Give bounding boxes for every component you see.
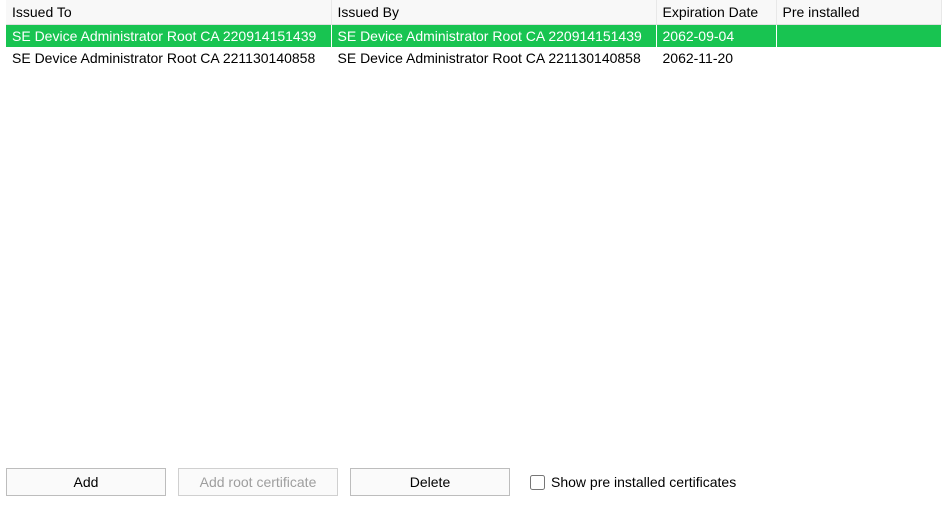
show-pre-installed-checkbox[interactable] [530,475,545,490]
table-row[interactable]: SE Device Administrator Root CA 22113014… [6,47,942,69]
column-header-pre-installed[interactable]: Pre installed [776,0,942,25]
column-header-issued-by[interactable]: Issued By [331,0,656,25]
show-pre-installed-label[interactable]: Show pre installed certificates [551,474,736,490]
add-button[interactable]: Add [6,468,166,496]
cell-issued-to: SE Device Administrator Root CA 22113014… [6,47,331,69]
cell-expiration-date: 2062-09-04 [656,25,776,48]
delete-button[interactable]: Delete [350,468,510,496]
table-row[interactable]: SE Device Administrator Root CA 22091415… [6,25,942,48]
certificate-table-area: Issued To Issued By Expiration Date Pre … [0,0,942,462]
cell-issued-by: SE Device Administrator Root CA 22113014… [331,47,656,69]
add-root-certificate-button: Add root certificate [178,468,338,496]
certificate-table: Issued To Issued By Expiration Date Pre … [6,0,942,69]
cell-issued-to: SE Device Administrator Root CA 22091415… [6,25,331,48]
show-pre-installed-wrap: Show pre installed certificates [530,474,736,490]
table-header-row: Issued To Issued By Expiration Date Pre … [6,0,942,25]
button-bar: Add Add root certificate Delete Show pre… [0,462,942,508]
cell-pre-installed [776,47,942,69]
cell-expiration-date: 2062-11-20 [656,47,776,69]
cell-pre-installed [776,25,942,48]
column-header-expiration-date[interactable]: Expiration Date [656,0,776,25]
column-header-issued-to[interactable]: Issued To [6,0,331,25]
cell-issued-by: SE Device Administrator Root CA 22091415… [331,25,656,48]
